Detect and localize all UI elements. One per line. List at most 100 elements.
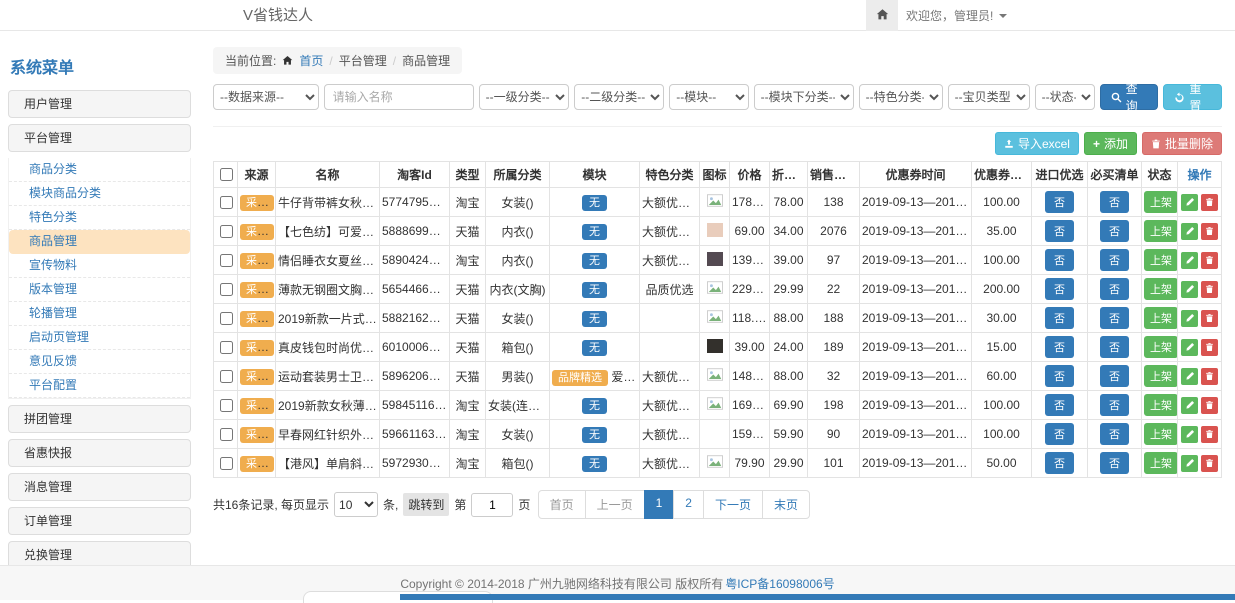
pager-item-4[interactable]: 下一页	[703, 490, 763, 519]
must-buy-toggle[interactable]: 否	[1100, 336, 1129, 358]
select-all-checkbox[interactable]	[220, 168, 233, 181]
pager-item-5[interactable]: 末页	[762, 490, 810, 519]
sidebar-subitem-1[interactable]: 模块商品分类	[9, 182, 190, 206]
row-checkbox[interactable]	[220, 283, 233, 296]
pager-item-3[interactable]: 2	[673, 490, 704, 519]
data-source-select[interactable]: --数据来源--	[213, 84, 319, 110]
edit-button[interactable]	[1181, 310, 1198, 327]
status-button[interactable]: 上架	[1144, 249, 1178, 271]
status-button[interactable]: 上架	[1144, 336, 1178, 358]
must-buy-toggle[interactable]: 否	[1100, 220, 1129, 242]
delete-button[interactable]	[1201, 368, 1218, 385]
row-checkbox[interactable]	[220, 428, 233, 441]
sidebar-subitem-6[interactable]: 轮播管理	[9, 302, 190, 326]
status-button[interactable]: 上架	[1144, 278, 1178, 300]
jump-button[interactable]: 跳转到	[403, 493, 449, 516]
filter-select-6[interactable]: --状态--	[1035, 84, 1095, 110]
status-button[interactable]: 上架	[1144, 307, 1178, 329]
delete-button[interactable]	[1201, 339, 1218, 356]
delete-button[interactable]	[1201, 223, 1218, 240]
sidebar-subitem-7[interactable]: 启动页管理	[9, 326, 190, 350]
filter-select-1[interactable]: --二级分类--	[574, 84, 664, 110]
sidebar-subitem-5[interactable]: 版本管理	[9, 278, 190, 302]
status-button[interactable]: 上架	[1144, 191, 1178, 213]
search-button[interactable]: 查询	[1100, 84, 1159, 110]
icp-link[interactable]: 粤ICP备16098006号	[725, 575, 834, 592]
filter-select-3[interactable]: --模块下分类--	[754, 84, 854, 110]
must-buy-toggle[interactable]: 否	[1100, 365, 1129, 387]
import-select-toggle[interactable]: 否	[1045, 423, 1074, 445]
sidebar-subitem-4[interactable]: 宣传物料	[9, 254, 190, 278]
status-button[interactable]: 上架	[1144, 452, 1178, 474]
import-select-toggle[interactable]: 否	[1045, 191, 1074, 213]
user-menu[interactable]: 欢迎您，管理员!	[906, 0, 1007, 31]
sidebar-panel-users[interactable]: 用户管理	[8, 90, 191, 118]
edit-button[interactable]	[1181, 426, 1198, 443]
must-buy-toggle[interactable]: 否	[1100, 191, 1129, 213]
delete-button[interactable]	[1201, 455, 1218, 472]
sidebar-panel-bottom-2[interactable]: 消息管理	[8, 473, 191, 501]
sidebar-panel-bottom-3[interactable]: 订单管理	[8, 507, 191, 535]
sidebar-subitem-0[interactable]: 商品分类	[9, 158, 190, 182]
name-search-input[interactable]	[324, 84, 474, 110]
home-button[interactable]	[866, 0, 898, 31]
row-checkbox[interactable]	[220, 254, 233, 267]
sidebar-subitem-8[interactable]: 意见反馈	[9, 350, 190, 374]
import-select-toggle[interactable]: 否	[1045, 307, 1074, 329]
row-checkbox[interactable]	[220, 196, 233, 209]
sidebar-panel-bottom-0[interactable]: 拼团管理	[8, 405, 191, 433]
edit-button[interactable]	[1181, 281, 1198, 298]
delete-button[interactable]	[1201, 281, 1218, 298]
delete-button[interactable]	[1201, 194, 1218, 211]
must-buy-toggle[interactable]: 否	[1100, 394, 1129, 416]
edit-button[interactable]	[1181, 455, 1198, 472]
status-button[interactable]: 上架	[1144, 365, 1178, 387]
import-select-toggle[interactable]: 否	[1045, 365, 1074, 387]
batch-delete-button[interactable]: 批量删除	[1142, 132, 1222, 155]
row-checkbox[interactable]	[220, 457, 233, 470]
filter-select-4[interactable]: --特色分类--	[859, 84, 943, 110]
import-select-toggle[interactable]: 否	[1045, 220, 1074, 242]
must-buy-toggle[interactable]: 否	[1100, 249, 1129, 271]
row-checkbox[interactable]	[220, 370, 233, 383]
row-checkbox[interactable]	[220, 312, 233, 325]
must-buy-toggle[interactable]: 否	[1100, 278, 1129, 300]
import-select-toggle[interactable]: 否	[1045, 336, 1074, 358]
must-buy-toggle[interactable]: 否	[1100, 423, 1129, 445]
edit-button[interactable]	[1181, 194, 1198, 211]
row-checkbox[interactable]	[220, 225, 233, 238]
edit-button[interactable]	[1181, 368, 1198, 385]
delete-button[interactable]	[1201, 252, 1218, 269]
row-checkbox[interactable]	[220, 399, 233, 412]
sidebar-subitem-3[interactable]: 商品管理	[9, 230, 190, 254]
sidebar-panel-bottom-1[interactable]: 省惠快报	[8, 439, 191, 467]
import-select-toggle[interactable]: 否	[1045, 278, 1074, 300]
must-buy-toggle[interactable]: 否	[1100, 307, 1129, 329]
status-button[interactable]: 上架	[1144, 220, 1178, 242]
delete-button[interactable]	[1201, 426, 1218, 443]
import-select-toggle[interactable]: 否	[1045, 452, 1074, 474]
row-checkbox[interactable]	[220, 341, 233, 354]
import-excel-button[interactable]: 导入excel	[995, 132, 1079, 155]
sidebar-subitem-9[interactable]: 平台配置	[9, 374, 190, 398]
reset-button[interactable]: 重置	[1163, 84, 1222, 110]
edit-button[interactable]	[1181, 397, 1198, 414]
must-buy-toggle[interactable]: 否	[1100, 452, 1129, 474]
add-button[interactable]: + 添加	[1084, 132, 1137, 155]
delete-button[interactable]	[1201, 310, 1218, 327]
sidebar-panel-bottom-4[interactable]: 兑换管理	[8, 541, 191, 566]
import-select-toggle[interactable]: 否	[1045, 394, 1074, 416]
breadcrumb-home-link[interactable]: 首页	[299, 52, 323, 69]
import-select-toggle[interactable]: 否	[1045, 249, 1074, 271]
sidebar-panel-platform[interactable]: 平台管理	[8, 124, 191, 152]
page-number-input[interactable]	[471, 493, 513, 517]
page-size-select[interactable]: 10	[334, 492, 378, 517]
edit-button[interactable]	[1181, 339, 1198, 356]
sidebar-subitem-2[interactable]: 特色分类	[9, 206, 190, 230]
status-button[interactable]: 上架	[1144, 423, 1178, 445]
pager-item-2[interactable]: 1	[644, 490, 675, 519]
delete-button[interactable]	[1201, 397, 1218, 414]
filter-select-5[interactable]: --宝贝类型--	[948, 84, 1030, 110]
edit-button[interactable]	[1181, 252, 1198, 269]
filter-select-0[interactable]: --一级分类--	[479, 84, 570, 110]
